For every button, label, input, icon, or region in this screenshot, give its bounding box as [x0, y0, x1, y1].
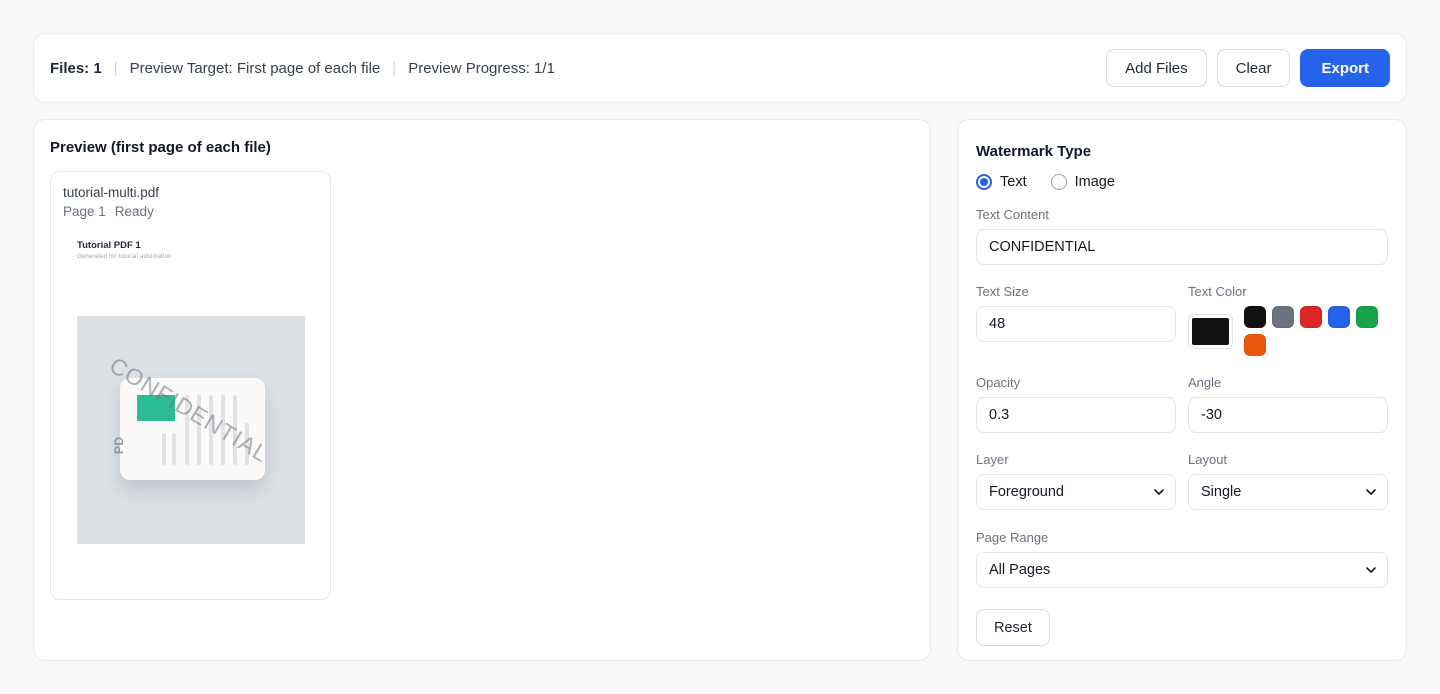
color-swatch[interactable]: [1244, 334, 1266, 356]
file-name: tutorial-multi.pdf: [63, 185, 160, 200]
files-count: Files: 1: [50, 59, 102, 77]
preview-progress: Preview Progress: 1/1: [408, 59, 555, 77]
layer-field: Layer Foreground: [976, 452, 1176, 510]
layout-label: Layout: [1188, 452, 1228, 467]
divider: |: [113, 59, 118, 77]
layer-label: Layer: [976, 452, 1009, 467]
divider: |: [392, 59, 397, 77]
file-card[interactable]: tutorial-multi.pdf Page 1 Ready Tutorial…: [50, 171, 331, 600]
radio-unselected-icon[interactable]: [1050, 174, 1067, 190]
thumbnail-doc-title: Tutorial PDF 1: [77, 240, 141, 251]
clear-button[interactable]: Clear: [1216, 49, 1291, 87]
size-color-row: Text Size Text Color: [976, 284, 1388, 356]
add-files-button[interactable]: Add Files: [1106, 49, 1207, 87]
radio-text-label: Text: [1000, 174, 1027, 190]
layer-select[interactable]: Foreground: [976, 474, 1176, 510]
layout-select[interactable]: Single: [1188, 474, 1388, 510]
color-swatch[interactable]: [1328, 306, 1350, 328]
opacity-label: Opacity: [976, 375, 1021, 390]
radio-selected-icon[interactable]: [976, 174, 992, 190]
text-size-field: Text Size: [976, 284, 1176, 356]
file-page-label: Page 1: [63, 204, 106, 219]
main-content: Preview (first page of each file) tutori…: [33, 119, 1407, 661]
file-ready-status: Ready: [114, 204, 154, 219]
export-button[interactable]: Export: [1300, 49, 1390, 87]
placeholder-bar: [162, 433, 166, 465]
thumbnail-doc-subtitle: Generated for tutorial automation: [77, 254, 172, 260]
text-content-field: Text Content: [976, 207, 1388, 265]
file-status: Page 1 Ready: [63, 203, 318, 220]
page-range-label: Page Range: [976, 530, 1049, 545]
opacity-field: Opacity: [976, 375, 1176, 433]
angle-field: Angle: [1188, 375, 1388, 433]
text-content-input[interactable]: [976, 229, 1388, 265]
current-color-picker[interactable]: [1188, 313, 1233, 349]
reset-button[interactable]: Reset: [976, 609, 1050, 646]
thumbnail-image-placeholder: PD CONFIDENTIAL: [77, 316, 305, 544]
angle-label: Angle: [1188, 375, 1222, 390]
toolbar: Files: 1 | Preview Target: First page of…: [33, 33, 1407, 103]
opacity-angle-row: Opacity Angle: [976, 375, 1388, 433]
placeholder-pd-label: PD: [112, 436, 126, 454]
current-color-swatch: [1192, 317, 1229, 345]
color-picker-row: [1188, 306, 1388, 356]
page: Files: 1 | Preview Target: First page of…: [0, 0, 1440, 694]
color-swatch[interactable]: [1244, 306, 1266, 328]
color-swatch[interactable]: [1272, 306, 1294, 328]
layout-field: Layout Single: [1188, 452, 1388, 510]
color-swatch[interactable]: [1300, 306, 1322, 328]
preview-panel-title: Preview (first page of each file): [50, 139, 271, 156]
page-range-field: Page Range All Pages: [976, 530, 1388, 588]
watermark-settings-panel: Watermark Type Text Image Text Content T…: [957, 119, 1407, 661]
angle-input[interactable]: [1188, 397, 1388, 433]
preview-panel: Preview (first page of each file) tutori…: [33, 119, 931, 661]
radio-option-image[interactable]: Image: [1050, 174, 1115, 190]
preview-target: Preview Target: First page of each file: [129, 59, 381, 77]
pdf-page-thumbnail: Tutorial PDF 1 Generated for tutorial au…: [63, 232, 320, 594]
text-content-label: Text Content: [976, 207, 1049, 222]
radio-image-label: Image: [1074, 174, 1115, 190]
color-preset-swatches: [1244, 306, 1384, 356]
layer-layout-row: Layer Foreground Layout Single: [976, 452, 1388, 510]
status-row: Files: 1 | Preview Target: First page of…: [50, 60, 555, 77]
watermark-type-radio-group: Text Image: [976, 174, 1388, 190]
radio-option-text[interactable]: Text: [976, 174, 1027, 190]
text-color-field: Text Color: [1188, 284, 1388, 356]
opacity-input[interactable]: [976, 397, 1176, 433]
text-size-input[interactable]: [976, 306, 1176, 342]
color-swatch[interactable]: [1356, 306, 1378, 328]
text-size-label: Text Size: [976, 284, 1029, 299]
text-color-label: Text Color: [1188, 284, 1247, 299]
page-range-select[interactable]: All Pages: [976, 552, 1388, 588]
settings-panel-title: Watermark Type: [976, 143, 1092, 160]
toolbar-actions: Add Files Clear Export: [1106, 49, 1390, 87]
placeholder-bar: [172, 433, 176, 465]
